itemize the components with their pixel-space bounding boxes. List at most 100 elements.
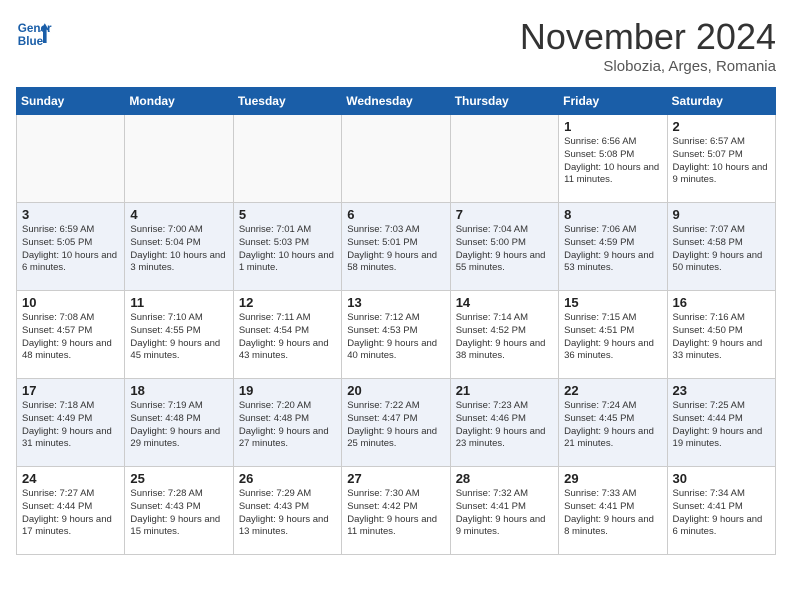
day-number: 21	[456, 383, 553, 398]
calendar-week-row: 3 Sunrise: 6:59 AM Sunset: 5:05 PM Daylig…	[17, 203, 776, 291]
weekday-header-tuesday: Tuesday	[233, 88, 341, 115]
day-info: Sunrise: 7:10 AM Sunset: 4:55 PM Dayligh…	[130, 312, 227, 363]
day-number: 4	[130, 207, 227, 222]
day-info: Sunrise: 6:56 AM Sunset: 5:08 PM Dayligh…	[564, 136, 661, 187]
day-info: Sunrise: 7:24 AM Sunset: 4:45 PM Dayligh…	[564, 400, 661, 451]
day-info: Sunrise: 7:22 AM Sunset: 4:47 PM Dayligh…	[347, 400, 444, 451]
calendar-cell: 4 Sunrise: 7:00 AM Sunset: 5:04 PM Daylig…	[125, 203, 233, 291]
day-info: Sunrise: 7:19 AM Sunset: 4:48 PM Dayligh…	[130, 400, 227, 451]
weekday-header-saturday: Saturday	[667, 88, 775, 115]
day-info: Sunrise: 7:32 AM Sunset: 4:41 PM Dayligh…	[456, 488, 553, 539]
calendar-cell	[342, 115, 450, 203]
day-info: Sunrise: 7:06 AM Sunset: 4:59 PM Dayligh…	[564, 224, 661, 275]
title-block: November 2024 Slobozia, Arges, Romania	[520, 16, 776, 75]
day-info: Sunrise: 7:33 AM Sunset: 4:41 PM Dayligh…	[564, 488, 661, 539]
day-info: Sunrise: 6:59 AM Sunset: 5:05 PM Dayligh…	[22, 224, 119, 275]
day-number: 1	[564, 119, 661, 134]
calendar-cell: 26Sunrise: 7:29 AM Sunset: 4:43 PM Dayli…	[233, 467, 341, 555]
calendar-cell: 3 Sunrise: 6:59 AM Sunset: 5:05 PM Daylig…	[17, 203, 125, 291]
calendar-cell: 9 Sunrise: 7:07 AM Sunset: 4:58 PM Daylig…	[667, 203, 775, 291]
day-info: Sunrise: 7:28 AM Sunset: 4:43 PM Dayligh…	[130, 488, 227, 539]
day-info: Sunrise: 7:08 AM Sunset: 4:57 PM Dayligh…	[22, 312, 119, 363]
calendar-cell: 23 Sunrise: 7:25 AM Sunset: 4:44 PM Dayli…	[667, 379, 775, 467]
calendar-table: SundayMondayTuesdayWednesdayThursdayFrid…	[16, 87, 776, 555]
calendar-cell: 30 Sunrise: 7:34 AM Sunset: 4:41 PM Dayli…	[667, 467, 775, 555]
weekday-header-wednesday: Wednesday	[342, 88, 450, 115]
page-header: General Blue November 2024 Slobozia, Arg…	[16, 16, 776, 75]
day-info: Sunrise: 7:01 AM Sunset: 5:03 PM Dayligh…	[239, 224, 336, 275]
day-number: 24	[22, 471, 119, 486]
calendar-cell: 14 Sunrise: 7:14 AM Sunset: 4:52 PM Dayli…	[450, 291, 558, 379]
day-number: 30	[673, 471, 770, 486]
logo: General Blue	[16, 16, 52, 52]
calendar-cell: 18 Sunrise: 7:19 AM Sunset: 4:48 PM Dayli…	[125, 379, 233, 467]
day-number: 10	[22, 295, 119, 310]
weekday-header-thursday: Thursday	[450, 88, 558, 115]
calendar-cell: 19Sunrise: 7:20 AM Sunset: 4:48 PM Dayli…	[233, 379, 341, 467]
calendar-week-row: 1 Sunrise: 6:56 AM Sunset: 5:08 PM Daylig…	[17, 115, 776, 203]
day-number: 3	[22, 207, 119, 222]
calendar-cell: 1 Sunrise: 6:56 AM Sunset: 5:08 PM Daylig…	[559, 115, 667, 203]
calendar-cell: 11 Sunrise: 7:10 AM Sunset: 4:55 PM Dayli…	[125, 291, 233, 379]
calendar-cell: 21 Sunrise: 7:23 AM Sunset: 4:46 PM Dayli…	[450, 379, 558, 467]
day-info: Sunrise: 7:25 AM Sunset: 4:44 PM Dayligh…	[673, 400, 770, 451]
calendar-cell: 17Sunrise: 7:18 AM Sunset: 4:49 PM Dayli…	[17, 379, 125, 467]
month-title: November 2024	[520, 16, 776, 58]
day-number: 5	[239, 207, 336, 222]
calendar-cell: 28 Sunrise: 7:32 AM Sunset: 4:41 PM Dayli…	[450, 467, 558, 555]
day-info: Sunrise: 7:16 AM Sunset: 4:50 PM Dayligh…	[673, 312, 770, 363]
day-number: 29	[564, 471, 661, 486]
day-info: Sunrise: 6:57 AM Sunset: 5:07 PM Dayligh…	[673, 136, 770, 187]
logo-icon: General Blue	[16, 16, 52, 52]
day-info: Sunrise: 7:04 AM Sunset: 5:00 PM Dayligh…	[456, 224, 553, 275]
calendar-cell: 7Sunrise: 7:04 AM Sunset: 5:00 PM Daylig…	[450, 203, 558, 291]
calendar-week-row: 24 Sunrise: 7:27 AM Sunset: 4:44 PM Dayli…	[17, 467, 776, 555]
calendar-cell: 6 Sunrise: 7:03 AM Sunset: 5:01 PM Daylig…	[342, 203, 450, 291]
calendar-cell	[125, 115, 233, 203]
calendar-week-row: 10 Sunrise: 7:08 AM Sunset: 4:57 PM Dayli…	[17, 291, 776, 379]
day-info: Sunrise: 7:03 AM Sunset: 5:01 PM Dayligh…	[347, 224, 444, 275]
calendar-cell: 16 Sunrise: 7:16 AM Sunset: 4:50 PM Dayli…	[667, 291, 775, 379]
day-info: Sunrise: 7:15 AM Sunset: 4:51 PM Dayligh…	[564, 312, 661, 363]
day-number: 2	[673, 119, 770, 134]
day-info: Sunrise: 7:30 AM Sunset: 4:42 PM Dayligh…	[347, 488, 444, 539]
svg-text:Blue: Blue	[18, 35, 44, 48]
day-info: Sunrise: 7:11 AM Sunset: 4:54 PM Dayligh…	[239, 312, 336, 363]
day-info: Sunrise: 7:14 AM Sunset: 4:52 PM Dayligh…	[456, 312, 553, 363]
day-number: 8	[564, 207, 661, 222]
calendar-cell: 22Sunrise: 7:24 AM Sunset: 4:45 PM Dayli…	[559, 379, 667, 467]
day-number: 12	[239, 295, 336, 310]
day-number: 16	[673, 295, 770, 310]
weekday-header-sunday: Sunday	[17, 88, 125, 115]
location-subtitle: Slobozia, Arges, Romania	[520, 58, 776, 75]
day-info: Sunrise: 7:07 AM Sunset: 4:58 PM Dayligh…	[673, 224, 770, 275]
calendar-cell: 20 Sunrise: 7:22 AM Sunset: 4:47 PM Dayli…	[342, 379, 450, 467]
weekday-header-friday: Friday	[559, 88, 667, 115]
calendar-cell: 8 Sunrise: 7:06 AM Sunset: 4:59 PM Daylig…	[559, 203, 667, 291]
day-number: 18	[130, 383, 227, 398]
day-number: 28	[456, 471, 553, 486]
calendar-cell: 27 Sunrise: 7:30 AM Sunset: 4:42 PM Dayli…	[342, 467, 450, 555]
day-info: Sunrise: 7:23 AM Sunset: 4:46 PM Dayligh…	[456, 400, 553, 451]
day-info: Sunrise: 7:18 AM Sunset: 4:49 PM Dayligh…	[22, 400, 119, 451]
calendar-cell	[233, 115, 341, 203]
calendar-cell: 10 Sunrise: 7:08 AM Sunset: 4:57 PM Dayli…	[17, 291, 125, 379]
calendar-cell: 25Sunrise: 7:28 AM Sunset: 4:43 PM Dayli…	[125, 467, 233, 555]
calendar-cell: 12 Sunrise: 7:11 AM Sunset: 4:54 PM Dayli…	[233, 291, 341, 379]
day-info: Sunrise: 7:27 AM Sunset: 4:44 PM Dayligh…	[22, 488, 119, 539]
day-number: 13	[347, 295, 444, 310]
day-number: 26	[239, 471, 336, 486]
day-number: 27	[347, 471, 444, 486]
day-number: 23	[673, 383, 770, 398]
day-number: 14	[456, 295, 553, 310]
day-info: Sunrise: 7:12 AM Sunset: 4:53 PM Dayligh…	[347, 312, 444, 363]
calendar-header-row: SundayMondayTuesdayWednesdayThursdayFrid…	[17, 88, 776, 115]
day-info: Sunrise: 7:00 AM Sunset: 5:04 PM Dayligh…	[130, 224, 227, 275]
calendar-cell: 13 Sunrise: 7:12 AM Sunset: 4:53 PM Dayli…	[342, 291, 450, 379]
day-number: 9	[673, 207, 770, 222]
day-info: Sunrise: 7:34 AM Sunset: 4:41 PM Dayligh…	[673, 488, 770, 539]
day-number: 11	[130, 295, 227, 310]
calendar-cell: 2 Sunrise: 6:57 AM Sunset: 5:07 PM Daylig…	[667, 115, 775, 203]
day-number: 6	[347, 207, 444, 222]
day-number: 20	[347, 383, 444, 398]
